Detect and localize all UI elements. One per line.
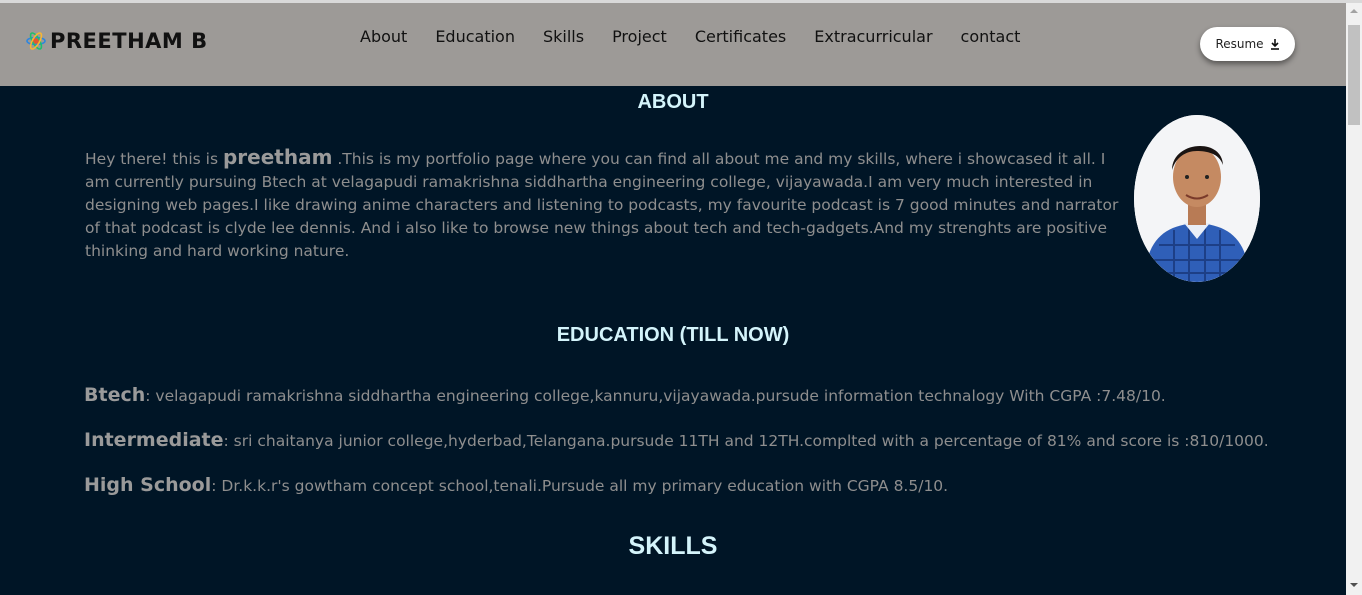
about-heading: ABOUT [637, 91, 709, 113]
about-paragraph: Hey there! this is preetham .This is my … [85, 146, 1127, 263]
education-label: High School [84, 474, 212, 496]
scroll-down-arrow-icon[interactable] [1350, 581, 1358, 589]
scrollbar-thumb[interactable] [1348, 25, 1360, 125]
education-heading: EDUCATION (TILL NOW) [556, 324, 790, 346]
main-content: ABOUT Hey there! this is preetham .This … [0, 86, 1346, 595]
scroll-up-arrow-icon[interactable] [1350, 7, 1358, 15]
colorful-atom-logo-icon [26, 32, 46, 50]
nav-link-project[interactable]: Project [612, 27, 667, 46]
education-text: : Dr.k.k.r's gowtham concept school,tena… [211, 477, 949, 495]
resume-button-label: Resume [1215, 37, 1264, 51]
nav-link-skills[interactable]: Skills [543, 27, 584, 46]
education-text: : sri chaitanya junior college,hyderbad,… [223, 432, 1269, 450]
profile-photo-image [1134, 115, 1260, 282]
nav-link-contact[interactable]: contact [961, 27, 1021, 46]
download-icon [1270, 39, 1279, 50]
nav-link-certificates[interactable]: Certificates [695, 27, 786, 46]
profile-photo [1134, 115, 1260, 282]
education-label: Btech [84, 384, 146, 406]
education-text: : velagapudi ramakrishna siddhartha engi… [145, 387, 1166, 405]
education-entry-high-school: High School: Dr.k.k.r's gowtham concept … [84, 474, 948, 496]
nav-link-education[interactable]: Education [435, 27, 515, 46]
resume-download-button[interactable]: Resume [1200, 27, 1295, 61]
about-name: preetham [222, 145, 333, 169]
navbar: PREETHAM B About Education Skills Projec… [0, 3, 1346, 86]
skills-heading: SKILLS [628, 532, 718, 560]
about-intro: Hey there! this is [85, 150, 223, 168]
nav-link-extracurricular[interactable]: Extracurricular [814, 27, 932, 46]
education-entry-intermediate: Intermediate: sri chaitanya junior colle… [84, 429, 1269, 451]
brand-name: PREETHAM B [50, 29, 208, 53]
vertical-scrollbar[interactable] [1346, 3, 1362, 595]
education-label: Intermediate [84, 429, 224, 451]
brand[interactable]: PREETHAM B [25, 28, 208, 54]
nav-link-about[interactable]: About [360, 27, 407, 46]
main-nav: About Education Skills Project Certifica… [360, 27, 1048, 46]
education-entry-btech: Btech: velagapudi ramakrishna siddhartha… [84, 384, 1166, 406]
